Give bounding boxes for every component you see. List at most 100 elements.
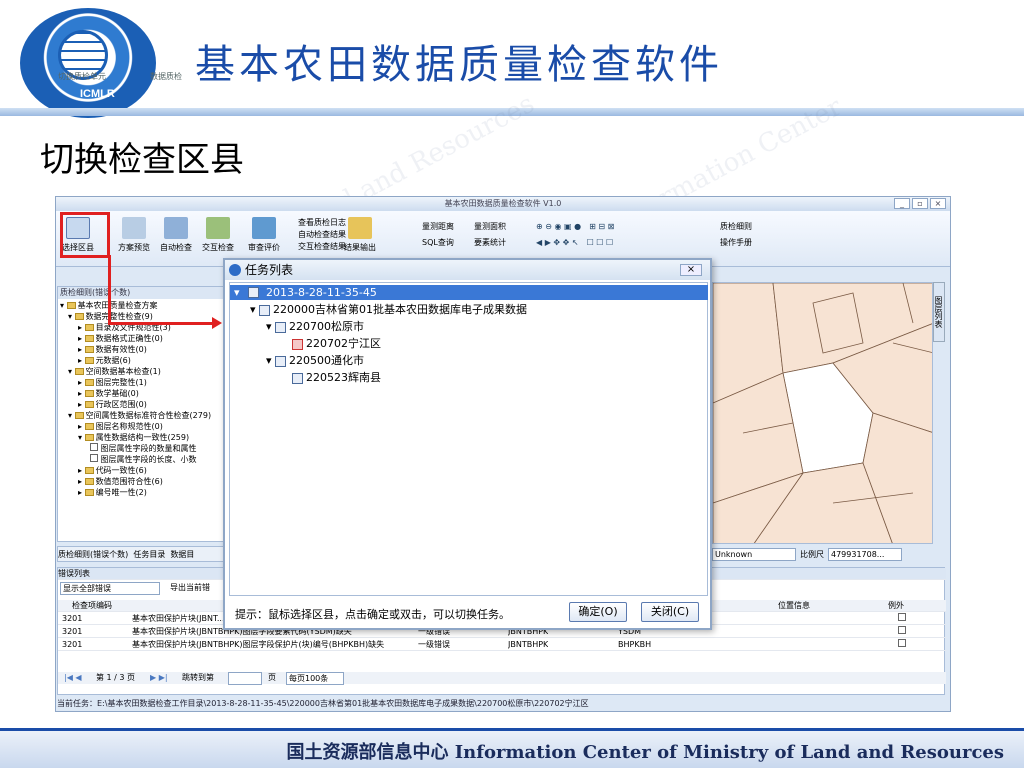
pager-next-icon[interactable]: ▶ ▶| xyxy=(150,672,168,684)
qc-panel-header: 质检细则(错误个数) xyxy=(58,287,228,299)
qc-rules-item[interactable]: 质检细则 xyxy=(720,221,752,232)
task-tree: ▾ 2013-8-28-11-35-45 ▾ 220000吉林省第01批基本农田数… xyxy=(229,282,708,596)
export-icon xyxy=(348,217,372,239)
layer-list-tab[interactable]: 图层列表 xyxy=(933,282,945,342)
group-label-switch: 切换质检单元 xyxy=(58,72,106,81)
task-list-dialog: 任务列表 × ▾ 2013-8-28-11-35-45 ▾ 220000吉林省第0… xyxy=(223,258,712,630)
export-result-button[interactable]: 结果输出 xyxy=(344,217,376,253)
tree-item[interactable]: ▸ 行政区范围(0) xyxy=(60,399,226,410)
task-node[interactable]: 220702宁江区 xyxy=(292,336,381,351)
scale-select[interactable]: 479931708... xyxy=(828,547,902,561)
tree-item[interactable]: ▸ 数学基础(0) xyxy=(60,388,226,399)
left-tabs: 质检细则(错误个数) 任务目录 数据目 xyxy=(57,546,229,562)
dialog-close-icon[interactable]: × xyxy=(680,264,702,276)
pager-first-icon[interactable]: |◀ ◀ xyxy=(64,672,82,684)
table-row[interactable]: 3201 基本农田保护片块(JBNTBHPK)图层字段保护片(块)编号(BHPKB… xyxy=(58,639,946,651)
auto-result-item[interactable]: 自动检查结果 xyxy=(298,229,346,240)
dialog-titlebar: 任务列表 × xyxy=(225,260,710,280)
tree-item[interactable]: ▸ 编号唯一性(2) xyxy=(60,487,226,498)
unit-select[interactable]: Unknown xyxy=(712,547,796,561)
column-header: 检查项编码 xyxy=(72,601,112,610)
page-indicator: 第 1 / 3 页 xyxy=(96,673,136,682)
qc-tree: ▾ 基本农田质量检查方案 ▾ 数据完整性检查(9) ▸ 目录及文件规范性(3) … xyxy=(58,299,228,499)
app-title: 基本农田数据质量检查软件 V1.0 xyxy=(444,199,562,208)
footer-line xyxy=(0,728,1024,731)
map-view[interactable] xyxy=(712,282,933,544)
auto-check-icon xyxy=(164,217,188,239)
slide-title: 基本农田数据质量检查软件 xyxy=(195,42,723,88)
task-node[interactable]: ▾ 2013-8-28-11-35-45 xyxy=(230,285,708,300)
edit-icon xyxy=(206,217,230,239)
map-statusbar: Unknown 比例尺 479931708... xyxy=(712,546,933,562)
exception-checkbox[interactable] xyxy=(898,639,906,647)
measure-area-item[interactable]: 量测面积 xyxy=(474,221,506,232)
map-tools-icon[interactable]: ⊕ ⊖ ◉ ▣ ● ⊞ ⊟ ⊠ xyxy=(536,221,614,232)
close-dialog-button[interactable]: 关闭(C) xyxy=(641,602,699,622)
close-button[interactable]: × xyxy=(930,198,946,209)
tree-item[interactable]: ▾ 基本农田质量检查方案 xyxy=(60,300,226,311)
tab-data-dir[interactable]: 数据目 xyxy=(170,550,194,559)
tree-item[interactable]: ▸ 数据有效性(0) xyxy=(60,344,226,355)
plan-preview-button[interactable]: 方案预览 xyxy=(118,217,150,253)
feature-stat-item[interactable]: 要素统计 xyxy=(474,237,506,248)
tree-item[interactable]: ▸ 图层完整性(1) xyxy=(60,377,226,388)
exception-checkbox[interactable] xyxy=(898,613,906,621)
tree-item[interactable]: ▸ 数值范围符合性(6) xyxy=(60,476,226,487)
view-log-item[interactable]: 查看质检日志 xyxy=(298,217,346,228)
tree-item[interactable]: ▸ 数据格式正确性(0) xyxy=(60,333,226,344)
tree-item[interactable]: ▸ 代码一致性(6) xyxy=(60,465,226,476)
logo-text: ICMLR xyxy=(80,88,115,100)
restore-button[interactable]: ▫ xyxy=(912,198,928,209)
task-icon xyxy=(229,264,241,276)
pager: |◀ ◀ 第 1 / 3 页 ▶ ▶| 跳转到第 页 每页100条 xyxy=(58,672,946,685)
tree-item[interactable]: ▸ 图层名称规范性(0) xyxy=(60,421,226,432)
jump-label: 跳转到第 xyxy=(182,673,214,682)
error-filter-select[interactable]: 显示全部错误 xyxy=(60,582,160,595)
tree-item[interactable]: 图层属性字段的数量和属性 xyxy=(60,443,226,454)
interactive-check-button[interactable]: 交互检查 xyxy=(202,217,234,253)
minimize-button[interactable]: _ xyxy=(894,198,910,209)
measure-distance-item[interactable]: 量测距离 xyxy=(422,221,454,232)
nav-arrows-icon[interactable]: ◀ ▶ ✥ ✥ ↖ ☐ ☐ ☐ xyxy=(536,237,613,248)
task-node[interactable]: ▾ 220000吉林省第01批基本农田数据库电子成果数据 xyxy=(250,302,527,317)
ok-button[interactable]: 确定(O) xyxy=(569,602,627,622)
tab-task-dir[interactable]: 任务目录 xyxy=(133,550,165,559)
highlight-arrow xyxy=(108,255,111,325)
task-node[interactable]: ▾ 220700松原市 xyxy=(266,319,364,334)
auto-check-button[interactable]: 自动检查 xyxy=(160,217,192,253)
sql-query-item[interactable]: SQL查询 xyxy=(422,237,454,248)
scale-label: 比例尺 xyxy=(800,549,824,559)
tree-item[interactable]: 图层属性字段的长度、小数 xyxy=(60,454,226,465)
dialog-title: 任务列表 xyxy=(245,263,294,277)
footer-text: 国土资源部信息中心 Information Center of Ministry… xyxy=(286,742,1004,763)
manual-item[interactable]: 操作手册 xyxy=(720,237,752,248)
current-task-status: 当前任务：E:\基本农田数据检查工作目录\2013-8-28-11-35-45\… xyxy=(57,699,589,708)
group-label-qc: 数据质检 xyxy=(150,72,182,81)
checkmark-icon xyxy=(252,217,276,239)
tree-item[interactable]: ▾ 空间数据基本检查(1) xyxy=(60,366,226,377)
task-node[interactable]: 220523辉南县 xyxy=(292,370,381,385)
tree-item[interactable]: ▾ 空间属性数据标准符合性检查(279) xyxy=(60,410,226,421)
tree-item[interactable]: ▾ 数据完整性检查(9) xyxy=(60,311,226,322)
slide-subtitle: 切换检查区县 xyxy=(40,140,244,180)
tab-qc-rules[interactable]: 质检细则(错误个数) xyxy=(58,550,128,559)
map-canvas xyxy=(713,283,932,543)
tree-item[interactable]: ▾ 属性数据结构一致性(259) xyxy=(60,432,226,443)
highlight-box xyxy=(60,212,110,258)
exception-checkbox[interactable] xyxy=(898,626,906,634)
arrow-head-icon xyxy=(212,317,222,329)
page-input[interactable] xyxy=(228,672,262,685)
review-button[interactable]: 审查评价 xyxy=(248,217,280,253)
page-unit: 页 xyxy=(268,673,276,682)
app-titlebar: 基本农田数据质量检查软件 V1.0 _ ▫ × xyxy=(56,197,950,211)
dialog-hint: 提示：鼠标选择区县，点击确定或双击，可以切换任务。 xyxy=(235,608,510,621)
highlight-arrow xyxy=(108,322,218,325)
export-errors-button[interactable]: 导出当前错 xyxy=(170,582,210,594)
gear-icon xyxy=(122,217,146,239)
interactive-result-item[interactable]: 交互检查结果 xyxy=(298,241,346,252)
per-page-select[interactable]: 每页100条 xyxy=(286,672,344,685)
tree-item[interactable]: ▸ 元数据(6) xyxy=(60,355,226,366)
column-header: 例外 xyxy=(888,601,904,610)
column-header: 位置信息 xyxy=(778,601,810,610)
task-node[interactable]: ▾ 220500通化市 xyxy=(266,353,364,368)
